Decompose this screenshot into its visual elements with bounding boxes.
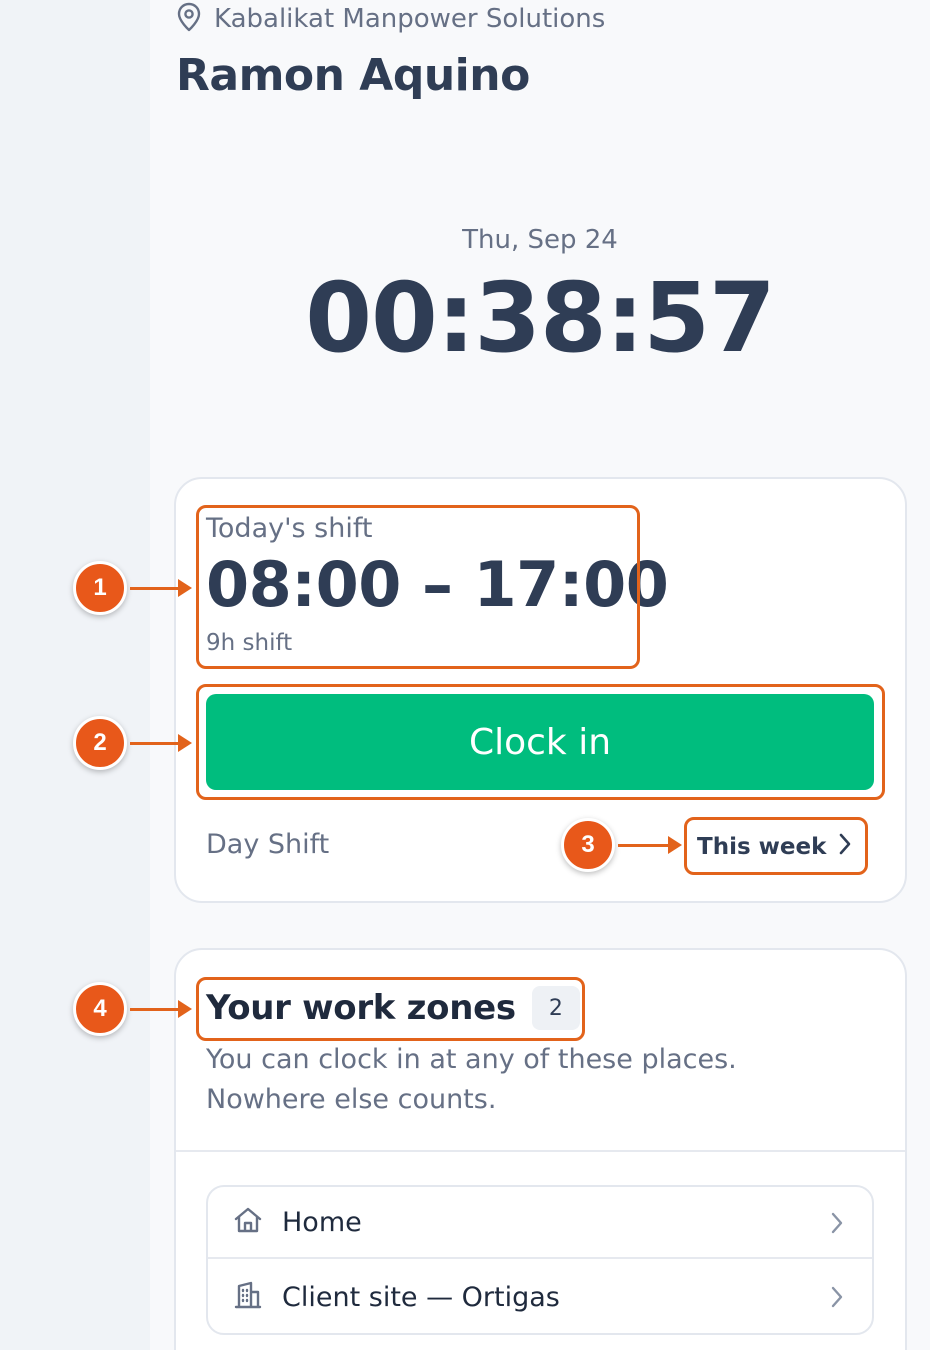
current-date: Thu, Sep 24 [462, 225, 618, 255]
callout-arrowhead-1 [178, 579, 192, 597]
callout-badge-3: 3 [561, 818, 615, 872]
chevron-right-icon [830, 1285, 844, 1313]
callout-badge-4: 4 [73, 982, 127, 1036]
callout-arrow-3 [618, 844, 670, 847]
organization-row: Kabalikat Manpower Solutions [176, 2, 605, 36]
callout-box-clock-in [196, 684, 885, 800]
callout-box-shift-time [196, 505, 640, 669]
callout-arrow-4 [130, 1008, 180, 1011]
work-zones-description-line2: Nowhere else counts. [206, 1084, 497, 1115]
organization-name: Kabalikat Manpower Solutions [214, 4, 606, 34]
callout-arrowhead-3 [668, 836, 682, 854]
work-zone-label: Client site — Ortigas [282, 1281, 560, 1313]
work-zones-description: You can clock in at any of these places.… [206, 1040, 806, 1120]
left-background [0, 0, 150, 1350]
chevron-right-icon [830, 1211, 844, 1239]
work-zone-item-client-site[interactable]: Client site — Ortigas [208, 1261, 872, 1333]
callout-badge-2: 2 [73, 716, 127, 770]
callout-box-work-zones [196, 977, 585, 1041]
shift-type: Day Shift [206, 829, 330, 860]
divider [176, 1150, 905, 1152]
callout-box-this-week [684, 817, 868, 875]
employee-name: Ramon Aquino [176, 50, 530, 101]
location-pin-icon [176, 2, 202, 36]
callout-arrowhead-2 [178, 734, 192, 752]
building-icon [232, 1280, 264, 1314]
callout-badge-1: 1 [73, 561, 127, 615]
work-zone-item-home[interactable]: Home [208, 1187, 872, 1259]
home-icon [232, 1205, 264, 1239]
work-zones-description-line1: You can clock in at any of these places. [206, 1044, 737, 1075]
work-zone-label: Home [282, 1206, 362, 1238]
callout-arrow-1 [130, 587, 180, 590]
current-time: 00:38:57 [305, 262, 776, 374]
callout-arrowhead-4 [178, 1000, 192, 1018]
work-zone-list: Home Client site — Ortigas [206, 1185, 874, 1335]
callout-arrow-2 [130, 742, 180, 745]
